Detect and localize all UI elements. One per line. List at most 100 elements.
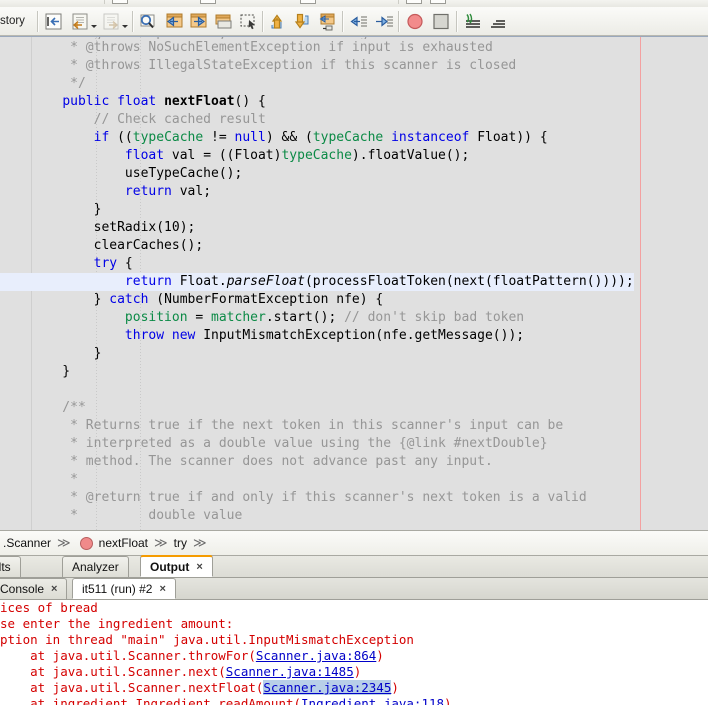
code-line[interactable]: } catch (NumberFormatException nfe) { xyxy=(0,291,634,309)
code-token: } xyxy=(31,346,102,361)
chevron-right-icon: ≫ xyxy=(192,535,207,550)
go-to-source-icon[interactable] xyxy=(43,11,65,32)
console-text: at java.util.Scanner.next( xyxy=(0,664,226,679)
code-line[interactable]: if ((typeCache != null) && (typeCache in… xyxy=(0,129,634,147)
code-line[interactable]: useTypeCache(); xyxy=(0,165,634,183)
output-icon[interactable] xyxy=(487,11,509,32)
subtab-it511run2[interactable]: it511 (run) #2 × xyxy=(72,578,176,599)
apply-code-changes-icon[interactable] xyxy=(317,11,339,32)
console-text: ) xyxy=(376,648,384,663)
code-line[interactable]: } xyxy=(0,363,634,381)
code-line[interactable]: * @return true if and only if this scann… xyxy=(0,489,634,507)
console-line: at java.util.Scanner.next(Scanner.java:1… xyxy=(0,664,708,680)
code-token: ) && ( xyxy=(265,130,313,145)
run-to-cursor-icon[interactable] xyxy=(238,11,260,32)
stack-trace-link[interactable]: Ingredient.java:118 xyxy=(301,696,444,705)
subtab-erconsole[interactable]: er Console × xyxy=(0,578,68,599)
console-text: ices of bread xyxy=(0,600,98,615)
code-line[interactable]: setRadix(10); xyxy=(0,219,634,237)
code-token: new xyxy=(171,328,196,343)
back-icon[interactable] xyxy=(69,11,91,32)
code-token: val = ((Float) xyxy=(164,148,282,163)
code-token: float xyxy=(117,94,157,109)
code-editor[interactable]: * regular expression, or is out of range… xyxy=(0,36,708,531)
code-line[interactable]: * method. The scanner does not advance p… xyxy=(0,453,634,471)
stack-trace-link[interactable]: Scanner.java:864 xyxy=(256,648,376,663)
profile-icon[interactable] xyxy=(462,11,484,32)
tab-label: Analyzer xyxy=(72,560,119,574)
breadcrumb-label: nextFloat xyxy=(98,536,148,550)
code-line[interactable]: return val; xyxy=(0,183,634,201)
step-into-frame-right-icon[interactable] xyxy=(373,11,395,32)
stack-trace-link[interactable]: Scanner.java:2345 xyxy=(263,680,392,695)
debug-toolbar: story xyxy=(0,7,708,36)
step-over-expression-icon[interactable] xyxy=(213,11,235,32)
console-line: at ingredient.Ingredient.readAmount(Ingr… xyxy=(0,696,708,705)
breadcrumb-item-scanner[interactable]: .Scanner ≫ xyxy=(0,535,74,551)
console-text: se enter the ingredient amount: xyxy=(0,616,234,631)
tab-analyzer[interactable]: Analyzer xyxy=(62,556,129,577)
close-icon[interactable]: × xyxy=(51,583,57,595)
code-token: useTypeCache(); xyxy=(31,166,243,181)
code-line[interactable]: public float nextFloat() { xyxy=(0,93,634,111)
code-token: position xyxy=(124,310,188,325)
code-line[interactable]: * Returns true if the next token in this… xyxy=(0,417,634,435)
code-line[interactable]: * @throws IllegalStateException if this … xyxy=(0,57,634,75)
code-token: { xyxy=(117,256,133,271)
pause-icon[interactable] xyxy=(404,11,426,32)
code-line[interactable] xyxy=(0,381,634,399)
code-line[interactable]: } xyxy=(0,345,634,363)
code-line[interactable]: float val = ((Float)typeCache).floatValu… xyxy=(0,147,634,165)
code-line[interactable]: } xyxy=(0,201,634,219)
code-line[interactable]: clearCaches(); xyxy=(0,237,634,255)
step-over-icon[interactable] xyxy=(163,11,185,32)
step-up-icon[interactable] xyxy=(267,11,289,32)
code-line[interactable]: /** xyxy=(0,399,634,417)
code-line[interactable]: throw new InputMismatchException(nfe.get… xyxy=(0,327,634,345)
code-body[interactable]: * regular expression, or is out of range… xyxy=(0,37,634,525)
console-output[interactable]: ices of bread se enter the ingredient amo… xyxy=(0,600,708,707)
code-line[interactable]: position = matcher.start(); // don't ski… xyxy=(0,309,634,327)
tab-label: Output xyxy=(150,559,190,574)
code-token: val; xyxy=(171,184,212,199)
code-token: typeCache xyxy=(281,148,352,163)
code-line[interactable]: * @throws NoSuchElementException if inpu… xyxy=(0,39,634,57)
step-out-icon[interactable] xyxy=(292,11,314,32)
code-token: = xyxy=(187,310,212,325)
back-dropdown-icon[interactable] xyxy=(90,19,98,28)
tab-label: ults xyxy=(0,560,11,574)
forward-dropdown-icon[interactable] xyxy=(121,19,129,28)
close-icon[interactable]: × xyxy=(159,583,165,595)
toolbar-history-label: story xyxy=(0,15,25,27)
code-line[interactable]: */ xyxy=(0,75,634,93)
code-line[interactable]: * interpreted as a double value using th… xyxy=(0,435,634,453)
code-token: } xyxy=(31,202,102,217)
step-into-icon[interactable] xyxy=(188,11,210,32)
code-line[interactable]: * double value xyxy=(0,507,634,525)
code-token: * double value xyxy=(31,508,243,523)
code-token: } xyxy=(31,364,71,379)
code-line[interactable]: try { xyxy=(0,255,634,273)
stack-trace-link[interactable]: Scanner.java:1485 xyxy=(226,664,354,679)
code-line[interactable]: * xyxy=(0,471,634,489)
stop-icon[interactable] xyxy=(430,11,452,32)
inspect-icon[interactable] xyxy=(137,11,159,32)
forward-icon[interactable] xyxy=(100,11,122,32)
code-token: matcher xyxy=(211,310,266,325)
step-out-of-frame-left-icon[interactable] xyxy=(348,11,370,32)
tab-output[interactable]: Output × xyxy=(140,555,213,577)
close-icon[interactable]: × xyxy=(196,561,202,573)
code-token: InputMismatchException(nfe.getMessage())… xyxy=(195,328,525,343)
code-line[interactable]: // Check cached result xyxy=(0,111,634,129)
breadcrumb-item-nextfloat[interactable]: nextFloat ≫ xyxy=(74,535,171,551)
console-line: ices of bread xyxy=(0,600,708,616)
code-line[interactable]: return Float.parseFloat(processFloatToke… xyxy=(0,273,634,291)
breadcrumb-item-try[interactable]: try ≫ xyxy=(171,535,210,551)
console-text: at java.util.Scanner.throwFor( xyxy=(0,648,256,663)
tab-ults[interactable]: ults xyxy=(0,556,21,577)
console-text: ption in thread "main" java.util.InputMi… xyxy=(0,632,414,647)
